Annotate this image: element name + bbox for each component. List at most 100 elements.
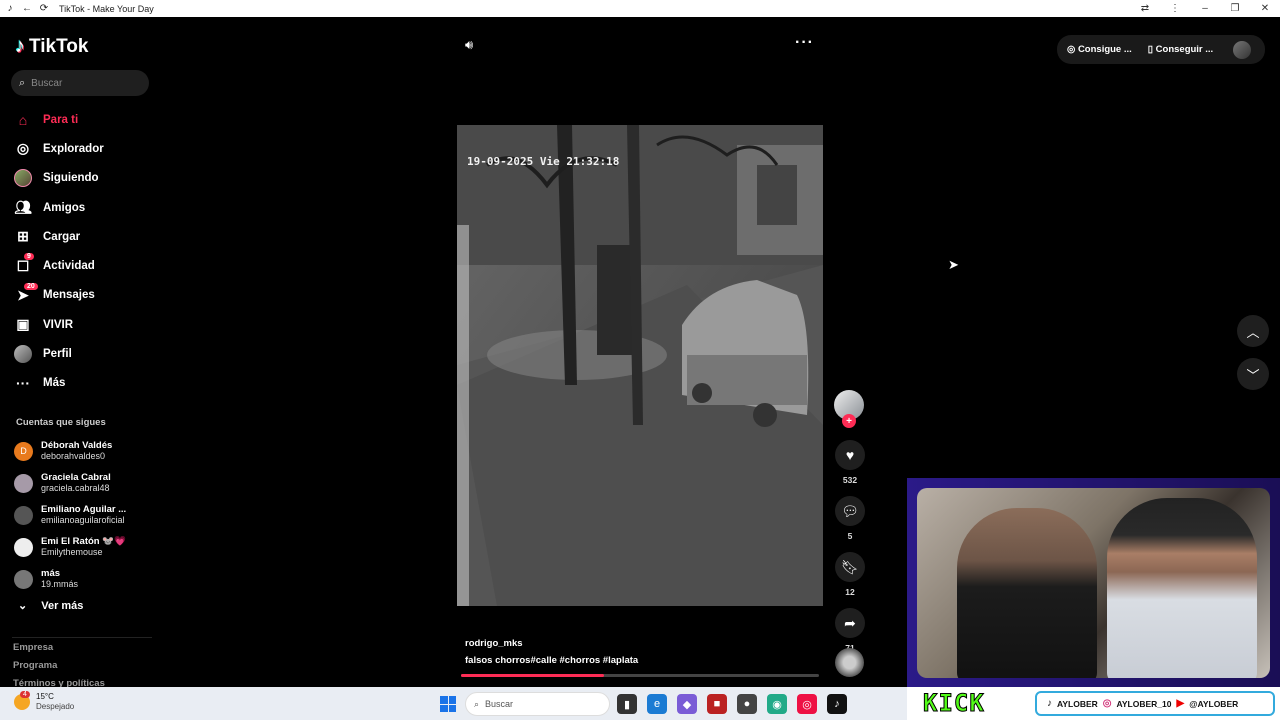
comment-icon[interactable]: 💬︎ bbox=[835, 496, 865, 526]
get-coins-label: Consigue ... bbox=[1077, 44, 1132, 55]
see-more-button[interactable]: ⌄ Ver más bbox=[18, 599, 84, 613]
follow-plus-icon[interactable]: + bbox=[842, 414, 856, 428]
footer-link[interactable]: Programa bbox=[13, 660, 105, 678]
nav-item-mensajes[interactable]: ➤ 20 Mensajes bbox=[14, 281, 104, 310]
nav-label: Perfil bbox=[43, 348, 72, 361]
following-handle: 19.mmás bbox=[41, 579, 79, 589]
start-button[interactable] bbox=[440, 696, 456, 712]
nav-item-siguiendo[interactable]: Siguiendo bbox=[14, 164, 104, 193]
nav-label: Actividad bbox=[43, 260, 95, 273]
app-icon[interactable]: ● bbox=[737, 694, 757, 714]
get-coins-button[interactable]: ◎ Consigue ... bbox=[1067, 44, 1132, 55]
window-title: TikTok - Make Your Day bbox=[59, 3, 154, 14]
nav-list: ⌂ Para ti ◎ Explorador Siguiendo 👥︎ Amig… bbox=[14, 105, 104, 398]
refresh-icon[interactable]: ⟳ bbox=[37, 2, 51, 16]
nav-item-perfil[interactable]: Perfil bbox=[14, 339, 104, 368]
social-handles: ♪ AYLOBER ◎ AYLOBER_10 ▶ @AYLOBER bbox=[1035, 691, 1275, 716]
nav-item-explorador[interactable]: ◎ Explorador bbox=[14, 134, 104, 163]
more-options-icon[interactable]: ··· bbox=[795, 34, 814, 52]
next-video-button[interactable]: ﹀ bbox=[1237, 358, 1269, 390]
nav-label: Para ti bbox=[43, 113, 79, 126]
search-icon: ⌕ bbox=[19, 76, 26, 89]
bookmark-icon[interactable]: 🔖︎ bbox=[835, 552, 865, 582]
live-icon: ▣ bbox=[16, 316, 30, 333]
avatar bbox=[14, 505, 33, 525]
volume-icon[interactable]: 🔊︎ bbox=[465, 37, 473, 53]
weather-icon: 4 bbox=[14, 691, 30, 710]
taskbar-apps: ▮ e ◆ ■ ● ◉ ◎ ♪ bbox=[617, 694, 847, 714]
close-button[interactable]: ✕ bbox=[1250, 3, 1280, 14]
tiktok-logo[interactable]: ♪ TikTok bbox=[15, 35, 88, 58]
avatar bbox=[14, 537, 33, 557]
nav-item-cargar[interactable]: ⊞ Cargar bbox=[14, 222, 104, 251]
following-name: Emiliano Aguilar ... bbox=[41, 504, 127, 515]
video-player[interactable]: 19-09-2025 Vie 21:32:18 bbox=[457, 125, 823, 606]
divider bbox=[12, 637, 152, 638]
messages-badge: 20 bbox=[24, 282, 38, 290]
music-disc-icon[interactable] bbox=[835, 648, 864, 677]
back-icon[interactable]: ← bbox=[20, 2, 34, 16]
instagram-handle: AYLOBER_10 bbox=[1116, 698, 1172, 709]
app-icon[interactable]: ■ bbox=[707, 694, 727, 714]
tiktok-taskbar-icon[interactable]: ♪ bbox=[827, 694, 847, 714]
nav-item-amigos[interactable]: 👥︎ Amigos bbox=[14, 193, 104, 222]
maximize-button[interactable]: ❐ bbox=[1220, 3, 1250, 14]
webcam-feed bbox=[917, 488, 1270, 678]
title-bar: ♪ ← ⟳ TikTok - Make Your Day ⇄ ⋮ – ❐ ✕ bbox=[0, 0, 1280, 17]
taskbar-search[interactable]: ⌕ Buscar bbox=[465, 692, 610, 716]
streamer-right bbox=[1107, 498, 1257, 678]
youtube-icon: ▶ bbox=[1176, 698, 1185, 709]
following-item[interactable]: Emi El Ratón 🐭💗 Emilythemouse bbox=[14, 531, 126, 563]
weather-badge: 4 bbox=[20, 691, 30, 698]
taskbar-search-label: Buscar bbox=[485, 699, 514, 709]
translate-icon[interactable]: ⇄ bbox=[1130, 3, 1160, 14]
search-input[interactable]: ⌕ Buscar bbox=[11, 70, 149, 96]
following-item[interactable]: más 19.mmás bbox=[14, 563, 126, 595]
edge-icon[interactable]: e bbox=[647, 694, 667, 714]
app-icon[interactable]: ◎ bbox=[797, 694, 817, 714]
compass-icon: ◎ bbox=[16, 140, 30, 157]
nav-item-mas[interactable]: ··· Más bbox=[14, 369, 104, 398]
avatar bbox=[14, 345, 32, 364]
like-action: ♥ 532 bbox=[834, 440, 866, 486]
get-app-label: Conseguir ... bbox=[1155, 44, 1214, 55]
video-author[interactable]: rodrigo_mks bbox=[465, 638, 523, 649]
following-item[interactable]: Emiliano Aguilar ... emilianoaguilarofici… bbox=[14, 499, 126, 531]
webcam-overlay bbox=[907, 478, 1280, 688]
video-progress-bar[interactable] bbox=[461, 674, 819, 677]
get-app-button[interactable]: ▯ Conseguir ... bbox=[1148, 44, 1213, 55]
footer-link[interactable]: Empresa bbox=[13, 642, 105, 660]
following-item[interactable]: D Déborah Valdés deborahvaldes0 bbox=[14, 435, 126, 467]
nav-label: VIVIR bbox=[43, 318, 74, 331]
video-caption[interactable]: falsos chorros#calle #chorros #laplata bbox=[465, 655, 638, 666]
search-placeholder: Buscar bbox=[31, 77, 63, 89]
avatar: D bbox=[14, 441, 33, 461]
minimize-button[interactable]: – bbox=[1190, 3, 1220, 14]
nav-item-actividad[interactable]: ☐ 9 Actividad bbox=[14, 251, 104, 280]
task-view-icon[interactable]: ▮ bbox=[617, 694, 637, 714]
nav-item-vivir[interactable]: ▣ VIVIR bbox=[14, 310, 104, 339]
following-name: Graciela Cabral bbox=[41, 472, 111, 483]
kick-logo: KICK bbox=[923, 689, 985, 718]
see-more-label: Ver más bbox=[41, 599, 84, 612]
following-item[interactable]: Graciela Cabral graciela.cabral48 bbox=[14, 467, 126, 499]
menu-dots-icon[interactable]: ⋮ bbox=[1160, 3, 1190, 14]
nav-label: Explorador bbox=[43, 142, 104, 155]
activity-badge: 9 bbox=[24, 253, 34, 261]
progress-fill bbox=[461, 674, 605, 677]
creator-avatar[interactable]: + bbox=[834, 390, 864, 428]
following-handle: Emilythemouse bbox=[41, 547, 103, 557]
video-frame bbox=[457, 125, 823, 606]
avatar bbox=[14, 569, 33, 589]
chrome-icon[interactable]: ◉ bbox=[767, 694, 787, 714]
share-icon[interactable]: ➦ bbox=[835, 608, 865, 638]
user-avatar[interactable] bbox=[1233, 40, 1252, 59]
upload-icon: ⊞ bbox=[17, 228, 29, 245]
nav-item-para-ti[interactable]: ⌂ Para ti bbox=[14, 105, 104, 134]
heart-icon[interactable]: ♥ bbox=[835, 440, 865, 470]
avatar bbox=[14, 169, 32, 188]
following-handle: emilianoaguilaroficial bbox=[41, 515, 125, 525]
weather-widget[interactable]: 4 15°C Despejado bbox=[14, 691, 74, 712]
previous-video-button[interactable]: ︿ bbox=[1237, 315, 1269, 347]
app-icon[interactable]: ◆ bbox=[677, 694, 697, 714]
